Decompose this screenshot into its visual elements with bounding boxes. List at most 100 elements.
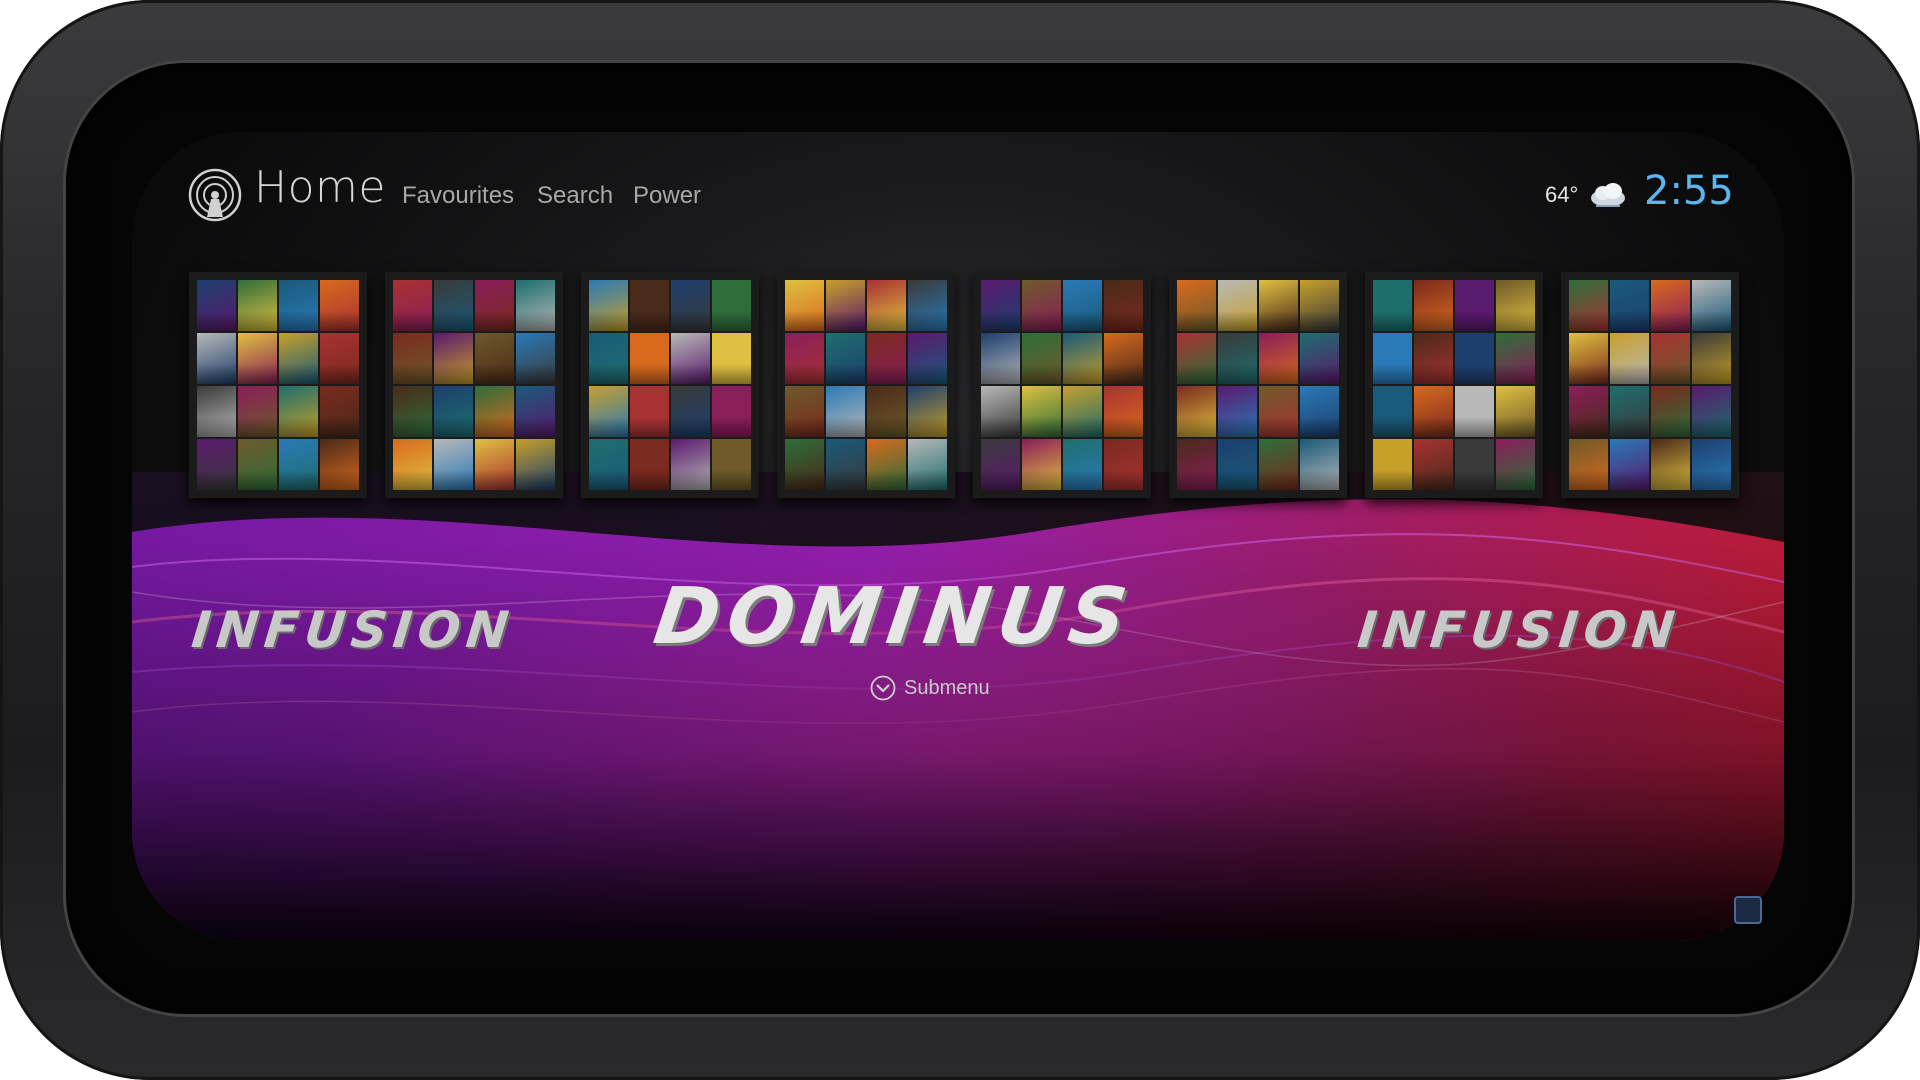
poster-thumbnail — [320, 280, 359, 331]
poster-thumbnail — [475, 333, 514, 384]
poster-thumbnail — [1104, 333, 1143, 384]
poster-thumbnail — [826, 333, 865, 384]
chevron-down-circle-icon — [870, 675, 896, 701]
tile-collection-1[interactable] — [189, 272, 367, 498]
poster-thumbnail — [1610, 280, 1649, 331]
poster-thumbnail — [1692, 439, 1731, 490]
poster-thumbnail — [197, 333, 236, 384]
submenu-label: Submenu — [904, 677, 990, 699]
poster-thumbnail — [712, 280, 751, 331]
poster-thumbnail — [1455, 280, 1494, 331]
poster-thumbnail — [1259, 280, 1298, 331]
nav-search[interactable]: Search — [537, 182, 613, 210]
poster-thumbnail — [1104, 280, 1143, 331]
poster-thumbnail — [1455, 439, 1494, 490]
poster-thumbnail — [1455, 386, 1494, 437]
poster-thumbnail — [393, 280, 432, 331]
poster-thumbnail — [279, 439, 318, 490]
poster-thumbnail — [1218, 439, 1257, 490]
poster-thumbnail — [516, 386, 555, 437]
poster-thumbnail — [671, 386, 710, 437]
poster-thumbnail — [1414, 280, 1453, 331]
poster-thumbnail — [712, 333, 751, 384]
poster-thumbnail — [1373, 386, 1412, 437]
wave-background — [132, 472, 1784, 941]
tile-collection-3[interactable] — [581, 272, 759, 498]
poster-thumbnail — [1022, 439, 1061, 490]
kodi-signal-icon — [188, 168, 242, 222]
poster-thumbnail — [908, 280, 947, 331]
poster-thumbnail — [1692, 386, 1731, 437]
menu-item-prev[interactable]: INFUSION — [189, 601, 517, 659]
tile-collection-2[interactable] — [385, 272, 563, 498]
poster-thumbnail — [1177, 280, 1216, 331]
nav-favourites[interactable]: Favourites — [402, 182, 514, 210]
poster-thumbnail — [1022, 280, 1061, 331]
poster-thumbnail — [630, 386, 669, 437]
skin-screen: Home Favourites Search Power 64° 2:55 IN… — [132, 132, 1784, 941]
poster-thumbnail — [981, 333, 1020, 384]
poster-thumbnail — [589, 280, 628, 331]
tile-collection-8[interactable] — [1561, 272, 1739, 498]
poster-thumbnail — [867, 333, 906, 384]
poster-thumbnail — [1496, 333, 1535, 384]
poster-thumbnail — [238, 386, 277, 437]
poster-thumbnail — [1218, 280, 1257, 331]
poster-thumbnail — [1177, 333, 1216, 384]
poster-thumbnail — [1569, 280, 1608, 331]
poster-thumbnail — [320, 386, 359, 437]
poster-thumbnail — [475, 280, 514, 331]
poster-thumbnail — [1610, 333, 1649, 384]
tile-collection-4[interactable] — [777, 272, 955, 498]
poster-thumbnail — [434, 333, 473, 384]
poster-thumbnail — [908, 333, 947, 384]
poster-thumbnail — [393, 333, 432, 384]
poster-thumbnail — [1063, 439, 1102, 490]
poster-thumbnail — [197, 280, 236, 331]
poster-thumbnail — [1063, 280, 1102, 331]
tile-collection-5[interactable] — [973, 272, 1151, 498]
poster-thumbnail — [1259, 439, 1298, 490]
poster-thumbnail — [1177, 439, 1216, 490]
poster-thumbnail — [393, 386, 432, 437]
poster-thumbnail — [1692, 280, 1731, 331]
poster-thumbnail — [712, 386, 751, 437]
poster-thumbnail — [1569, 439, 1608, 490]
menu-item-current[interactable]: DOMINUS — [649, 572, 1140, 662]
poster-thumbnail — [671, 280, 710, 331]
tile-collection-6[interactable] — [1169, 272, 1347, 498]
poster-grid — [981, 280, 1143, 490]
poster-thumbnail — [908, 386, 947, 437]
poster-grid — [785, 280, 947, 490]
tile-collection-7[interactable] — [1365, 272, 1543, 498]
poster-thumbnail — [981, 386, 1020, 437]
poster-thumbnail — [1259, 386, 1298, 437]
poster-thumbnail — [279, 386, 318, 437]
poster-thumbnail — [1104, 439, 1143, 490]
poster-thumbnail — [671, 439, 710, 490]
poster-thumbnail — [320, 333, 359, 384]
poster-thumbnail — [981, 439, 1020, 490]
poster-grid — [197, 280, 359, 490]
poster-thumbnail — [238, 333, 277, 384]
poster-thumbnail — [785, 439, 824, 490]
poster-thumbnail — [320, 439, 359, 490]
weather-temperature: 64° — [1545, 182, 1579, 207]
poster-thumbnail — [1414, 333, 1453, 384]
poster-thumbnail — [1569, 333, 1608, 384]
poster-thumbnail — [1218, 333, 1257, 384]
poster-thumbnail — [1496, 386, 1535, 437]
poster-thumbnail — [826, 280, 865, 331]
poster-thumbnail — [1300, 439, 1339, 490]
poster-thumbnail — [712, 439, 751, 490]
poster-grid — [1373, 280, 1535, 490]
poster-thumbnail — [785, 386, 824, 437]
poster-thumbnail — [1651, 280, 1690, 331]
poster-thumbnail — [1455, 333, 1494, 384]
poster-thumbnail — [826, 386, 865, 437]
poster-thumbnail — [516, 333, 555, 384]
poster-thumbnail — [867, 439, 906, 490]
page-title: Home — [254, 162, 386, 213]
menu-item-next[interactable]: INFUSION — [1355, 601, 1683, 659]
nav-power[interactable]: Power — [633, 182, 701, 210]
